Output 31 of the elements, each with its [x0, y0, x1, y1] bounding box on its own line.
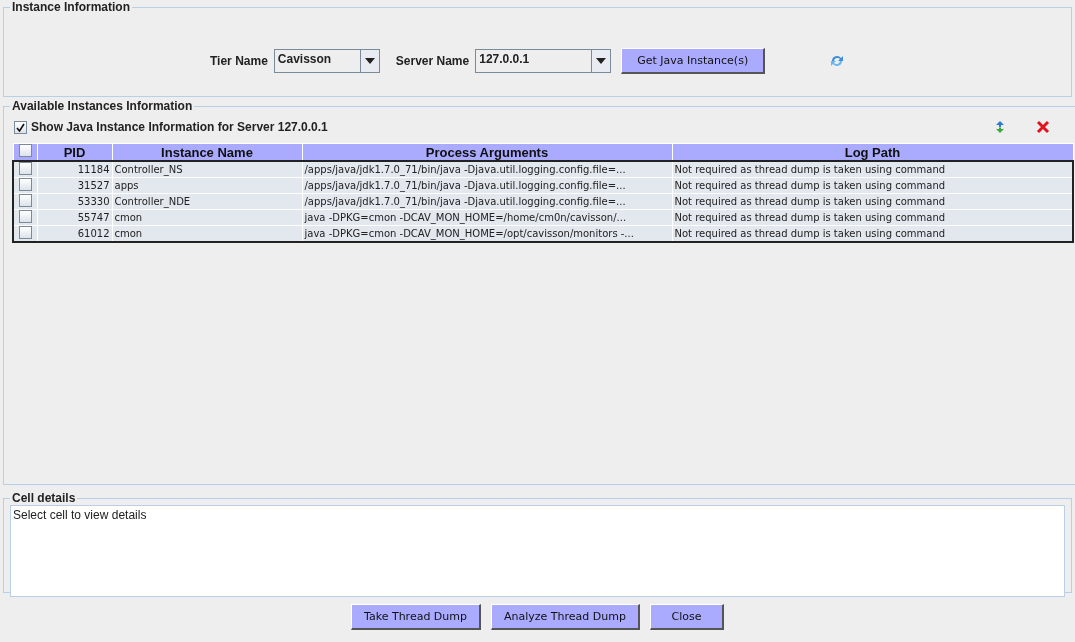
checkbox-label: Show Java Instance Information for Server 127.0.0.1 [31, 120, 328, 134]
column-header[interactable]: Instance Name [112, 143, 302, 161]
table-cell: /apps/java/jdk1.7.0_71/bin/java -Djava.util.logging.config.file=... [302, 161, 672, 178]
section-title: Available Instances Information [11, 99, 194, 113]
refresh-icon[interactable] [829, 53, 846, 69]
cell-details-area: Select cell to view details [10, 505, 1065, 597]
section-title: Instance Information [11, 0, 131, 14]
row-checkbox[interactable] [18, 226, 32, 239]
tier-name-dropdown[interactable]: Cavisson [273, 49, 380, 73]
table-cell: Controller_NS [112, 161, 302, 178]
column-header[interactable]: Process Arguments [302, 143, 672, 161]
get-java-instances-button[interactable]: Get Java Instance(s) [621, 48, 766, 74]
table-cell: 11184 [37, 161, 112, 178]
tier-name-label: Tier Name [210, 54, 268, 68]
table-cell: Not required as thread dump is taken using command [672, 161, 1073, 178]
action-button[interactable]: Close [649, 604, 724, 630]
select-all-checkbox[interactable] [18, 144, 32, 157]
column-header[interactable]: PID [37, 143, 112, 161]
show-instances-checkbox[interactable] [14, 120, 27, 134]
section-title: Cell details [11, 491, 77, 505]
row-checkbox[interactable] [18, 178, 32, 191]
action-button[interactable]: Take Thread Dump [351, 604, 481, 630]
row-checkbox[interactable] [18, 194, 32, 207]
row-checkbox[interactable] [18, 162, 32, 175]
column-header[interactable]: Log Path [672, 143, 1073, 161]
action-button[interactable]: Analyze Thread Dump [491, 604, 640, 630]
delete-icon[interactable] [1036, 120, 1050, 134]
server-name-dropdown[interactable]: 127.0.0.1 [475, 49, 612, 73]
server-name-label: Server Name [395, 54, 470, 68]
row-checkbox[interactable] [18, 210, 32, 223]
swap-arrows-icon[interactable] [994, 120, 1006, 134]
